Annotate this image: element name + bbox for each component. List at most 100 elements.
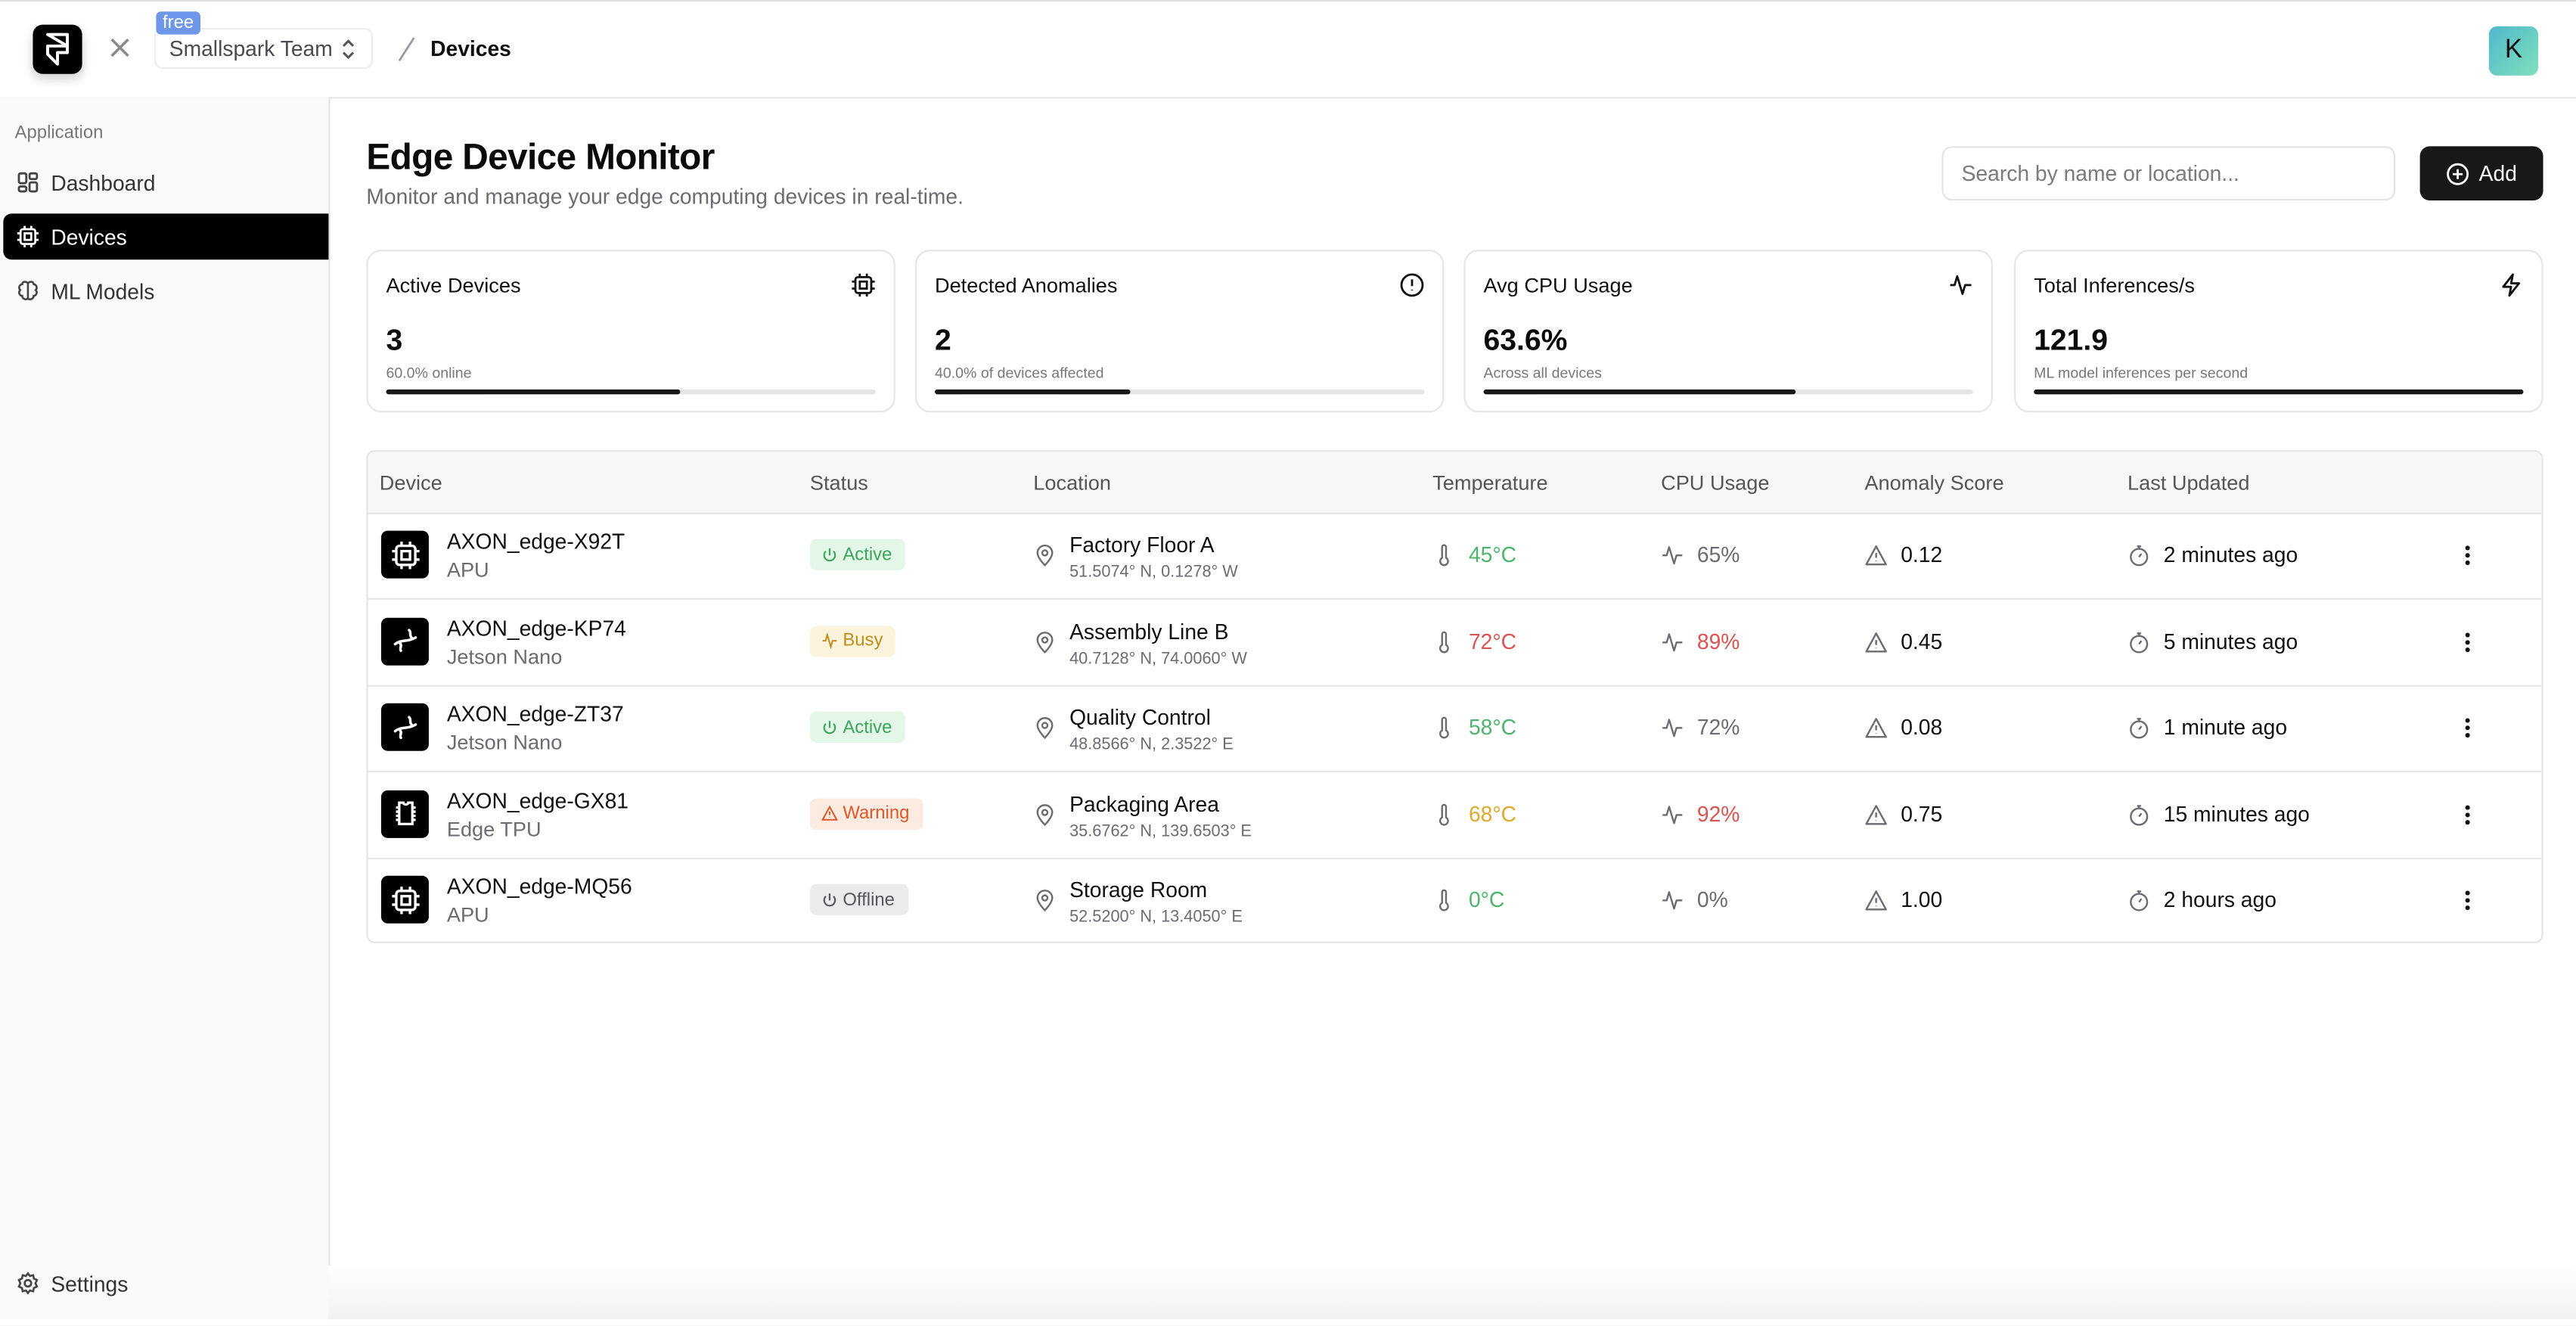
map-pin-icon bbox=[1033, 630, 1056, 653]
location-name: Factory Floor A bbox=[1069, 532, 1215, 557]
sidebar-item-label: Settings bbox=[51, 1271, 129, 1296]
activity-icon bbox=[1948, 273, 1973, 298]
sidebar: Application Dashboard Devices ML Models … bbox=[0, 97, 331, 1320]
row-actions-button[interactable] bbox=[2454, 713, 2481, 743]
map-pin-icon bbox=[1033, 544, 1056, 567]
stat-value: 2 bbox=[934, 323, 951, 357]
status-label: Active bbox=[843, 717, 892, 738]
cpu-icon bbox=[380, 875, 429, 924]
activity-icon bbox=[1661, 716, 1684, 739]
thermometer-icon bbox=[1432, 803, 1455, 825]
thermometer-icon bbox=[1432, 544, 1455, 567]
sidebar-item-settings[interactable]: Settings bbox=[3, 1260, 328, 1306]
stat-title: Avg CPU Usage bbox=[1483, 274, 1633, 298]
location-name: Packaging Area bbox=[1069, 790, 1219, 816]
timer-icon bbox=[2128, 630, 2150, 653]
last-updated-value: 15 minutes ago bbox=[2163, 800, 2310, 826]
jetson-icon bbox=[380, 616, 429, 665]
sidebar-item-label: Dashboard bbox=[51, 169, 156, 195]
location-name: Storage Room bbox=[1069, 877, 1208, 902]
activity-icon bbox=[1661, 544, 1684, 567]
device-type: Jetson Nano bbox=[446, 731, 563, 755]
stat-progress-fill bbox=[386, 389, 680, 395]
device-name[interactable]: AXON_edge-KP74 bbox=[447, 615, 626, 640]
device-name[interactable]: AXON_edge-ZT37 bbox=[447, 702, 624, 727]
anomaly-score-value: 0.08 bbox=[1901, 714, 1943, 740]
activity-icon bbox=[1661, 630, 1684, 653]
close-icon[interactable] bbox=[105, 33, 135, 62]
temperature-value: 0°C bbox=[1468, 887, 1505, 912]
table-row[interactable]: AXON_edge-KP74 Jetson Nano Busy Assembly… bbox=[368, 599, 2542, 686]
cpu-usage-value: 0% bbox=[1696, 887, 1728, 912]
last-updated-value: 2 minutes ago bbox=[2163, 542, 2298, 567]
column-header-last-updated[interactable]: Last Updated bbox=[2128, 471, 2250, 494]
gear-icon bbox=[17, 1272, 39, 1295]
table-row[interactable]: AXON_edge-MQ56 APU Offline Storage Room … bbox=[368, 858, 2542, 942]
sidebar-item-dashboard[interactable]: Dashboard bbox=[3, 160, 328, 206]
breadcrumb-separator-icon bbox=[398, 37, 415, 62]
stat-subtext: 60.0% online bbox=[386, 365, 472, 381]
device-name[interactable]: AXON_edge-GX81 bbox=[447, 788, 628, 813]
table-header: Device Status Location Temperature CPU U… bbox=[368, 452, 2542, 514]
cpu-icon bbox=[380, 530, 429, 579]
timer-icon bbox=[2128, 544, 2150, 567]
stat-subtext: ML model inferences per second bbox=[2034, 365, 2249, 381]
breadcrumb-current[interactable]: Devices bbox=[430, 36, 511, 61]
row-actions-button[interactable] bbox=[2454, 627, 2481, 657]
plan-badge: free bbox=[156, 11, 200, 35]
table-row[interactable]: AXON_edge-X92T APU Active Factory Floor … bbox=[368, 513, 2542, 600]
table-row[interactable]: AXON_edge-GX81 Edge TPU Warning Packagin… bbox=[368, 772, 2542, 859]
cpu-icon bbox=[17, 225, 39, 248]
column-header-status[interactable]: Status bbox=[810, 471, 868, 494]
column-header-device[interactable]: Device bbox=[380, 471, 442, 494]
column-header-location[interactable]: Location bbox=[1033, 471, 1111, 494]
column-header-temperature[interactable]: Temperature bbox=[1432, 471, 1547, 494]
column-header-anomaly-score[interactable]: Anomaly Score bbox=[1864, 471, 2003, 494]
chevrons-up-down-icon bbox=[342, 39, 355, 60]
row-actions-button[interactable] bbox=[2454, 886, 2481, 915]
stat-title: Active Devices bbox=[386, 274, 521, 298]
stat-progress-fill bbox=[2034, 389, 2524, 395]
sidebar-section-label: Application bbox=[14, 123, 104, 143]
alert-triangle-icon bbox=[1864, 803, 1887, 825]
user-avatar[interactable]: K bbox=[2488, 26, 2539, 76]
temperature-value: 68°C bbox=[1468, 800, 1517, 826]
row-actions-button[interactable] bbox=[2454, 541, 2481, 570]
column-header-cpu-usage[interactable]: CPU Usage bbox=[1661, 471, 1769, 494]
sidebar-item-label: Devices bbox=[51, 224, 127, 250]
zap-icon bbox=[2499, 273, 2524, 298]
device-type: APU bbox=[446, 558, 489, 582]
alert-triangle-icon bbox=[1864, 889, 1887, 911]
status-badge: Warning bbox=[809, 797, 923, 829]
stat-card-active-devices: Active Devices 3 60.0% online bbox=[366, 250, 895, 413]
sidebar-item-ml-models[interactable]: ML Models bbox=[3, 268, 328, 314]
table-row[interactable]: AXON_edge-ZT37 Jetson Nano Active Qualit… bbox=[368, 685, 2542, 772]
device-type: Jetson Nano bbox=[446, 644, 563, 668]
status-label: Offline bbox=[843, 890, 895, 910]
timer-icon bbox=[2128, 716, 2150, 739]
temperature-value: 72°C bbox=[1468, 628, 1517, 654]
last-updated-value: 2 hours ago bbox=[2163, 887, 2277, 912]
stat-progress-track bbox=[2034, 389, 2524, 395]
cpu-icon bbox=[851, 273, 876, 298]
location-name: Quality Control bbox=[1069, 704, 1211, 730]
cpu-usage-value: 72% bbox=[1696, 714, 1740, 740]
sidebar-item-devices[interactable]: Devices bbox=[3, 213, 329, 260]
stat-title: Total Inferences/s bbox=[2034, 274, 2195, 298]
status-label: Active bbox=[843, 545, 892, 565]
brain-icon bbox=[17, 279, 39, 302]
logo-icon bbox=[46, 33, 70, 66]
app-logo[interactable] bbox=[33, 24, 82, 74]
layout-dashboard-icon bbox=[17, 171, 39, 194]
device-name[interactable]: AXON_edge-X92T bbox=[447, 529, 625, 554]
activity-icon bbox=[822, 632, 837, 650]
temperature-value: 58°C bbox=[1468, 714, 1517, 740]
bottom-fade bbox=[328, 1265, 2576, 1320]
activity-icon bbox=[1661, 889, 1684, 911]
device-name[interactable]: AXON_edge-MQ56 bbox=[447, 874, 632, 899]
search-input[interactable] bbox=[1941, 146, 2396, 201]
alert-triangle-icon bbox=[1864, 630, 1887, 653]
row-actions-button[interactable] bbox=[2454, 800, 2481, 829]
add-device-button[interactable]: Add bbox=[2419, 146, 2543, 201]
jetson-icon bbox=[380, 703, 429, 751]
